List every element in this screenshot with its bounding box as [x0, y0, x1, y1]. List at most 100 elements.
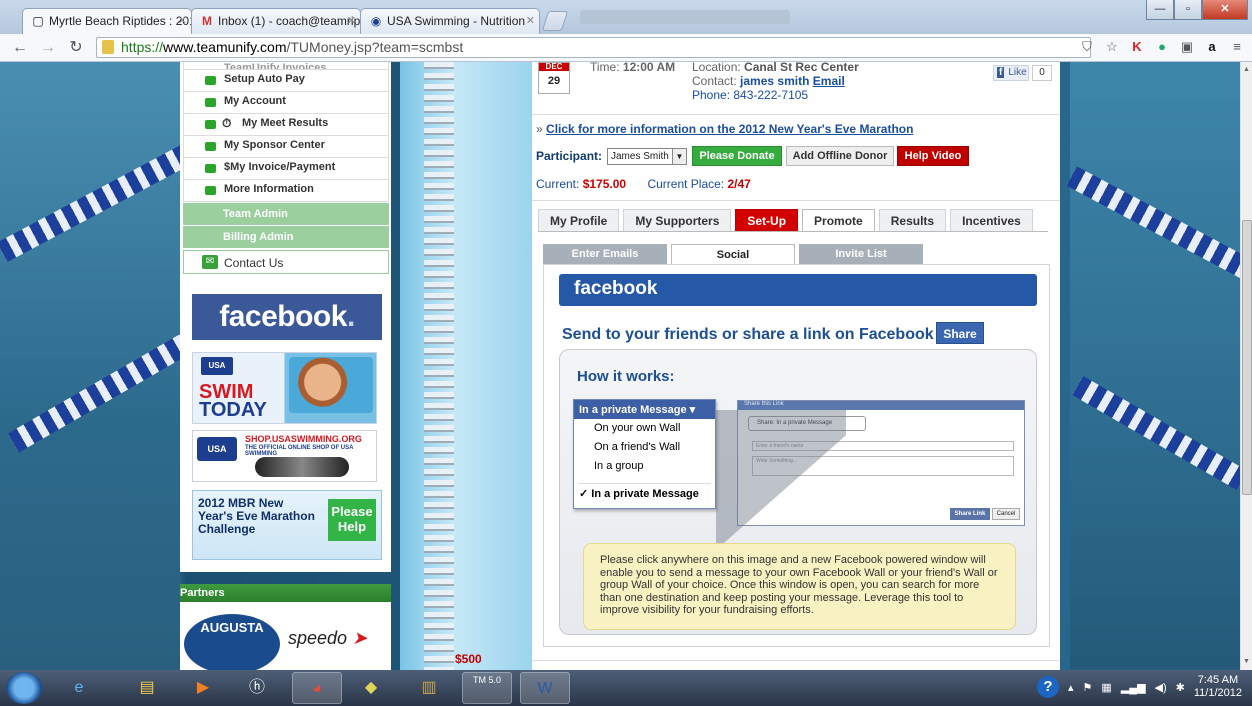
- network-icon[interactable]: ▦: [1101, 681, 1111, 694]
- current-place: 2/47: [727, 177, 751, 191]
- option-private-message: ✓ In a private Message: [579, 488, 699, 500]
- hp-icon[interactable]: ⓗ: [232, 672, 282, 704]
- scroll-thumb[interactable]: [1242, 220, 1252, 495]
- preview-share-link-button: Share Link: [950, 508, 990, 520]
- star-icon[interactable]: ☆: [1103, 38, 1121, 56]
- forward-icon[interactable]: →: [38, 38, 58, 58]
- scroll-down-icon[interactable]: ▼: [1241, 656, 1252, 668]
- clock-time: 7:45 AM: [1197, 674, 1239, 686]
- start-button[interactable]: [6, 672, 42, 704]
- k-extension-icon[interactable]: K: [1128, 38, 1146, 56]
- url-scheme: https://: [121, 39, 164, 55]
- tab-set-up[interactable]: Set-Up: [735, 209, 799, 231]
- folder-icon[interactable]: ▤: [122, 672, 172, 704]
- more-info-link[interactable]: » Click for more information on the 2012…: [536, 122, 913, 136]
- tab-underline: [538, 231, 1048, 232]
- current-amount: $175.00: [582, 177, 627, 191]
- reload-icon[interactable]: ↻: [66, 38, 86, 58]
- word-icon[interactable]: W: [520, 672, 570, 704]
- subtab-invite-list[interactable]: Invite List: [799, 244, 923, 264]
- shield-icon[interactable]: ⛉: [1078, 38, 1096, 56]
- lock-icon: [102, 40, 114, 54]
- chrome-icon[interactable]: ◕: [292, 672, 342, 704]
- contact-name-link[interactable]: james smith: [740, 74, 809, 88]
- team-manager-icon[interactable]: TM 5.0: [462, 672, 512, 704]
- extension-icons: ⛉ ☆ K ● ▣ a ≡: [1078, 38, 1246, 56]
- tab-results[interactable]: Results: [878, 209, 947, 231]
- add-offline-donor-button[interactable]: Add Offline Donor: [786, 146, 894, 166]
- like-count: 0: [1032, 65, 1052, 81]
- antivirus-icon[interactable]: ✱: [1176, 681, 1185, 694]
- back-icon[interactable]: ←: [10, 38, 30, 58]
- globe-extension-icon[interactable]: ●: [1153, 38, 1171, 56]
- gmail-icon: M: [202, 14, 212, 28]
- preview-cancel-button: Cancel: [992, 508, 1020, 520]
- subtab-social[interactable]: Social: [671, 244, 795, 266]
- tab-title: USA Swimming - Nutrition: [387, 14, 526, 28]
- system-tray: ? ▴ ⚑ ▦ ▂▄▆ ◀) ✱ 7:45 AM 11/1/2012: [1037, 674, 1242, 700]
- participant-select[interactable]: James Smith ▼: [607, 148, 687, 165]
- windows-taskbar: e ▤ ▶ ⓗ ◕ ◆ ▥ TM 5.0 W ? ▴ ⚑ ▦ ▂▄▆ ◀) ✱ …: [0, 670, 1252, 706]
- event-contact: Contact: james smith Email: [692, 74, 845, 88]
- tray-expand-icon[interactable]: ▴: [1068, 681, 1074, 694]
- photo-viewer-icon[interactable]: ◆: [346, 672, 396, 704]
- system-clock[interactable]: 7:45 AM 11/1/2012: [1194, 674, 1242, 700]
- raquo-icon: »: [536, 122, 543, 136]
- help-video-button[interactable]: Help Video: [897, 146, 969, 166]
- tab-promote[interactable]: Promote: [802, 209, 875, 232]
- tab-my-profile[interactable]: My Profile: [538, 209, 620, 231]
- chevron-down-icon: ▼: [672, 149, 686, 164]
- menu-icon[interactable]: ≡: [1228, 38, 1246, 56]
- content-layer: DEC 29 Time: 12:00 AM Location: Canal St…: [0, 62, 1240, 670]
- subtab-enter-emails[interactable]: Enter Emails: [543, 244, 667, 264]
- help-icon[interactable]: ?: [1037, 676, 1059, 698]
- signal-icon[interactable]: ▂▄▆: [1121, 681, 1146, 694]
- divider: [578, 476, 711, 484]
- dropdown-header: In a private Message ▾: [574, 400, 715, 419]
- share-destination-dropdown[interactable]: In a private Message ▾ On your own Wall …: [573, 399, 716, 509]
- address-bar[interactable]: https://www.teamunify.com/TUMoney.jsp?te…: [96, 37, 1091, 58]
- tab-title: Myrtle Beach Riptides : 201: [49, 14, 192, 28]
- scroll-up-icon[interactable]: ▲: [1241, 64, 1252, 76]
- please-donate-button[interactable]: Please Donate: [692, 146, 782, 166]
- participant-value: James Smith: [611, 151, 669, 162]
- participant-label: Participant:: [536, 149, 603, 163]
- window-controls: — ▫ ✕: [1146, 0, 1248, 20]
- divider: [532, 114, 1060, 115]
- browser-toolbar: ← → ↻ https://www.teamunify.com/TUMoney.…: [0, 34, 1252, 62]
- event-phone: Phone: 843-222-7105: [692, 88, 809, 102]
- minimize-button[interactable]: —: [1146, 0, 1174, 20]
- usa-swimming-icon: ◉: [370, 14, 382, 28]
- tab-my-supporters[interactable]: My Supporters: [623, 209, 732, 231]
- email-link[interactable]: Email: [813, 74, 845, 88]
- amazon-icon[interactable]: a: [1203, 38, 1221, 56]
- ie-icon[interactable]: e: [54, 672, 104, 704]
- new-tab-button[interactable]: [541, 11, 569, 31]
- archive-icon[interactable]: ▥: [404, 672, 454, 704]
- facebook-header-bar: facebook: [559, 274, 1037, 306]
- flag-icon[interactable]: ⚑: [1083, 681, 1093, 694]
- tab-myrtle-beach[interactable]: ▢ Myrtle Beach Riptides : 201 ✕: [22, 8, 192, 34]
- how-it-works-title: How it works:: [577, 368, 675, 385]
- tab-inbox[interactable]: M Inbox (1) - coach@teamrip ✕: [191, 8, 361, 34]
- event-time: Time: 12:00 AM: [590, 62, 676, 74]
- close-icon[interactable]: ✕: [526, 14, 535, 27]
- facebook-like-button[interactable]: f Like: [993, 65, 1029, 81]
- box-extension-icon[interactable]: ▣: [1178, 38, 1196, 56]
- tab-usa-swimming[interactable]: ◉ USA Swimming - Nutrition ✕: [360, 8, 540, 34]
- divider: [532, 200, 1060, 201]
- close-icon[interactable]: ✕: [347, 14, 356, 27]
- promote-subtabs: Enter Emails Social Invite List: [543, 244, 923, 266]
- tab-incentives[interactable]: Incentives: [950, 209, 1033, 231]
- vertical-scrollbar[interactable]: ▲ ▼: [1240, 62, 1252, 670]
- chevron-down-icon: ▾: [689, 404, 696, 416]
- media-player-icon[interactable]: ▶: [178, 672, 228, 704]
- volume-icon[interactable]: ◀): [1155, 681, 1167, 694]
- main-tabs: My Profile My Supporters Set-Up Promote …: [538, 209, 1033, 232]
- url-host: www.teamunify.com: [163, 39, 287, 55]
- close-icon[interactable]: ✕: [178, 14, 187, 27]
- maximize-button[interactable]: ▫: [1174, 0, 1202, 20]
- event-location: Location: Canal St Rec Center: [692, 62, 859, 74]
- window-close-button[interactable]: ✕: [1202, 0, 1248, 20]
- facebook-share-button[interactable]: Share: [936, 322, 984, 344]
